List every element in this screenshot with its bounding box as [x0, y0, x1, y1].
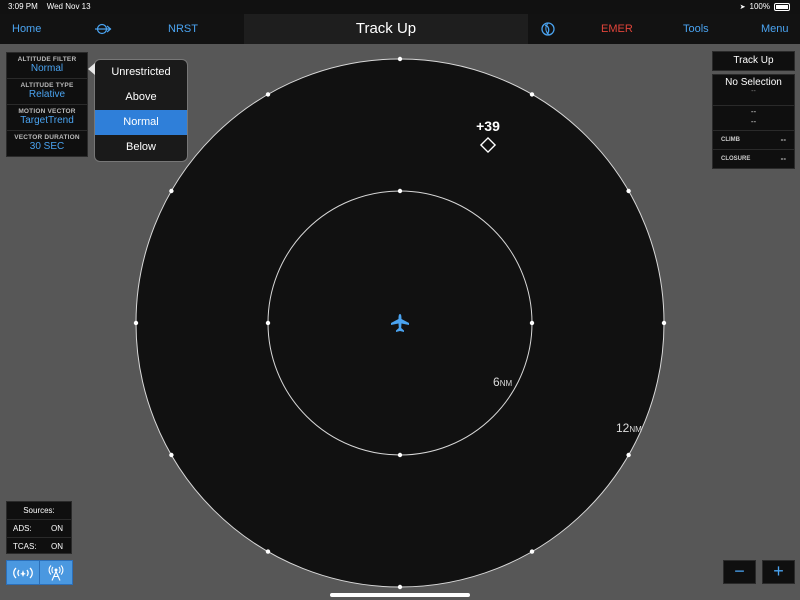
closure-label: CLOSURE — [721, 156, 751, 162]
altitude-filter-dropdown: Unrestricted Above Normal Below — [88, 59, 188, 162]
selection-info: No Selection -- — [713, 75, 794, 106]
traffic-settings-panel: ALTITUDE FILTER Normal ALTITUDE TYPE Rel… — [6, 52, 88, 157]
closure-row: CLOSURE -- — [713, 150, 794, 168]
home-button[interactable]: Home — [12, 14, 41, 44]
status-time: 3:09 PM — [8, 2, 38, 11]
selection-label: No Selection — [725, 77, 782, 88]
vector-duration-label: VECTOR DURATION — [14, 134, 80, 141]
ads-label: ADS: — [13, 524, 32, 533]
tcas-antenna-icon — [48, 564, 64, 581]
status-bar: 3:09 PM Wed Nov 13 ➤ 100% — [0, 0, 800, 14]
zoom-in-button[interactable]: + — [762, 560, 795, 584]
ads-signal-icon — [13, 567, 33, 578]
route-icon[interactable] — [94, 22, 112, 36]
location-icon: ➤ — [739, 3, 746, 11]
sources-title: Sources: — [7, 502, 71, 520]
closure-value: -- — [780, 154, 786, 163]
status-time-date: 3:09 PM Wed Nov 13 — [8, 2, 91, 11]
altitude-filter-label: ALTITUDE FILTER — [17, 56, 77, 63]
altitude-filter-setting[interactable]: ALTITUDE FILTER Normal — [7, 53, 87, 79]
climb-label: CLIMB — [721, 137, 740, 143]
vector-duration-value: 30 SEC — [29, 141, 65, 152]
globe-icon[interactable] — [541, 22, 555, 36]
target-detail-rows: -- -- — [713, 106, 794, 131]
climb-row: CLIMB -- — [713, 131, 794, 150]
status-date: Wed Nov 13 — [46, 2, 91, 11]
target-info-panel: No Selection -- -- -- CLIMB -- CLOSURE -… — [712, 74, 795, 169]
option-normal[interactable]: Normal — [95, 110, 187, 135]
battery-percent: 100% — [749, 2, 770, 11]
option-above[interactable]: Above — [95, 85, 187, 110]
battery-icon — [774, 2, 790, 11]
detail-dash-2: -- — [750, 107, 757, 116]
zoom-out-button[interactable]: − — [723, 560, 756, 584]
tcas-label: TCAS: — [13, 542, 37, 551]
vector-duration-setting[interactable]: VECTOR DURATION 30 SEC — [7, 131, 87, 156]
detail-dash-3: -- — [750, 117, 757, 126]
tcas-value: ON — [51, 542, 63, 551]
sources-panel: Sources: ADS: ON TCAS: ON — [6, 501, 72, 554]
altitude-type-setting[interactable]: ALTITUDE TYPE Relative — [7, 79, 87, 105]
menu-button[interactable]: Menu — [761, 14, 789, 44]
motion-vector-value: TargetTrend — [20, 115, 74, 126]
tcas-toggle-button[interactable] — [39, 560, 73, 585]
ads-toggle-button[interactable] — [6, 560, 40, 585]
home-indicator — [330, 593, 470, 597]
ads-value: ON — [51, 524, 63, 533]
tools-button[interactable]: Tools — [683, 14, 709, 44]
ads-source-row: ADS: ON — [7, 520, 71, 538]
top-navigation-bar: Home NRST Track Up EMER Tools Menu — [0, 14, 800, 44]
popover-arrow — [88, 63, 95, 75]
altitude-filter-value: Normal — [30, 63, 64, 74]
emergency-button[interactable]: EMER — [601, 14, 633, 44]
orientation-button[interactable]: Track Up — [712, 51, 795, 71]
target-altitude-label: +39 — [476, 118, 500, 134]
tcas-source-row: TCAS: ON — [7, 538, 71, 555]
climb-value: -- — [780, 135, 786, 144]
page-title: Track Up — [244, 14, 528, 44]
altitude-type-value: Relative — [28, 89, 66, 100]
motion-vector-label: MOTION VECTOR — [18, 108, 76, 115]
status-right: ➤ 100% — [740, 2, 790, 11]
option-below[interactable]: Below — [95, 135, 187, 160]
nrst-button[interactable]: NRST — [168, 14, 198, 44]
option-unrestricted[interactable]: Unrestricted — [95, 60, 187, 85]
altitude-type-label: ALTITUDE TYPE — [20, 82, 74, 89]
motion-vector-setting[interactable]: MOTION VECTOR TargetTrend — [7, 105, 87, 131]
selection-dash: -- — [751, 88, 756, 95]
